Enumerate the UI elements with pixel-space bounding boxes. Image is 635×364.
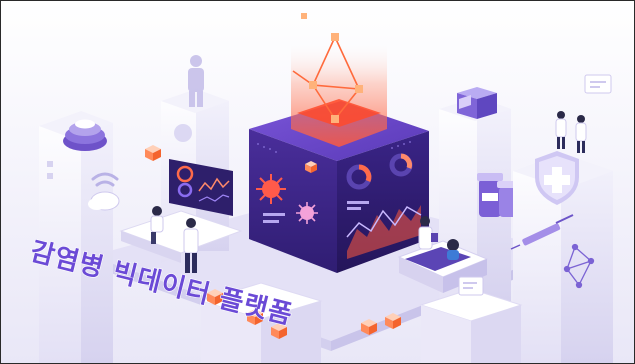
medical-document-icon bbox=[458, 276, 484, 296]
left-towers bbox=[39, 111, 120, 363]
speech-bubble-icon bbox=[584, 74, 612, 94]
virus-icon bbox=[256, 174, 286, 204]
illustration-frame: 감염병 빅데이터 플랫폼 bbox=[0, 0, 635, 364]
cube-stack-icon bbox=[457, 87, 497, 119]
infection-bigdata-platform-illustration: 감염병 빅데이터 플랫폼 bbox=[1, 1, 634, 363]
virus-icon-small bbox=[296, 202, 318, 224]
